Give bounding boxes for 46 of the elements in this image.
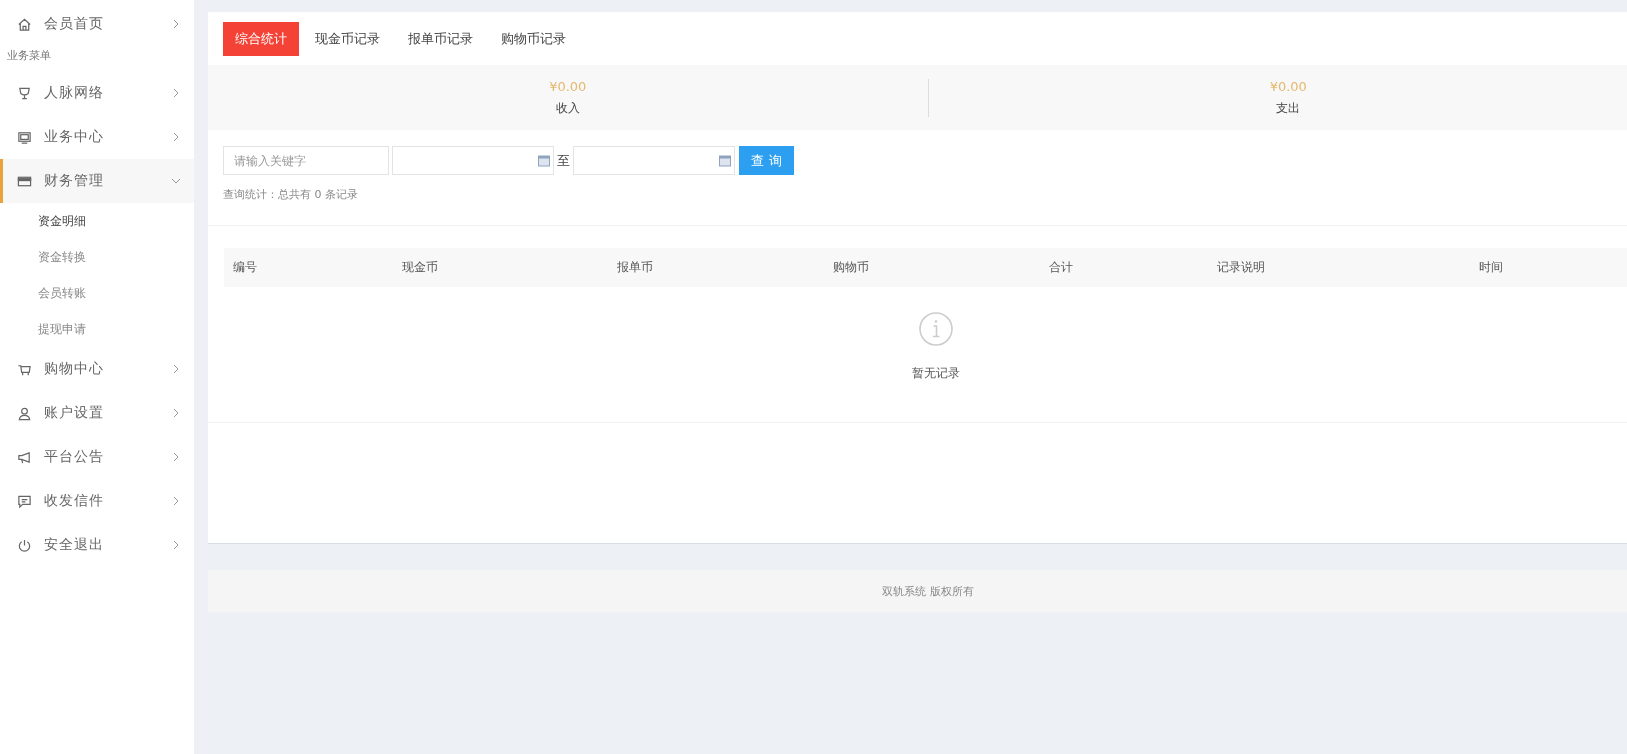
stat-label: 收入 — [555, 99, 580, 117]
sidebar-item[interactable]: 财务管理 — [0, 159, 194, 203]
user-icon — [17, 405, 32, 421]
column-header: 记录说明 — [1216, 259, 1266, 276]
home-icon — [17, 16, 32, 32]
sidebar-item[interactable]: 人脉网络 — [0, 71, 194, 115]
stat-amount: ¥0.00 — [549, 78, 587, 94]
keyword-field[interactable]: 请输入关键字 — [223, 146, 389, 175]
tab[interactable]: 报单币记录 — [396, 22, 485, 56]
sidebar-item[interactable]: 账户设置 — [0, 391, 194, 435]
submenu-item[interactable]: 提现申请 — [0, 311, 194, 347]
submenu-item[interactable]: 会员转账 — [0, 275, 194, 311]
stat-amount: ¥0.00 — [1269, 78, 1307, 94]
sidebar-item[interactable]: 平台公告 — [0, 435, 194, 479]
date-field[interactable] — [573, 146, 735, 175]
tab[interactable]: 购物币记录 — [489, 22, 578, 56]
date-field[interactable] — [392, 146, 554, 175]
submenu-item[interactable]: 资金转换 — [0, 239, 194, 275]
monitor-icon — [17, 129, 32, 145]
tab[interactable]: 现金币记录 — [303, 22, 392, 56]
copyright-text: 双轨系统 版权所有 — [882, 583, 974, 599]
empty-message: 暂无记录 — [912, 365, 960, 382]
column-header: 编号 — [232, 259, 258, 276]
column-header: 报单币 — [616, 259, 654, 276]
calendar-icon — [719, 154, 731, 167]
column-header: 时间 — [1478, 259, 1504, 276]
power-icon — [17, 537, 32, 553]
calendar-icon — [538, 154, 550, 167]
range-separator: 至 — [557, 151, 570, 170]
submenu-item[interactable]: 资金明细 — [0, 203, 194, 239]
sidebar-item[interactable]: 业务中心 — [0, 115, 194, 159]
trophy-icon — [17, 85, 32, 101]
info-icon — [918, 311, 954, 347]
sidebar-item[interactable]: 安全退出 — [0, 523, 194, 567]
menu-section-label: 业务菜单 — [6, 48, 52, 64]
column-header: 合计 — [1048, 259, 1074, 276]
column-header: 现金币 — [401, 259, 439, 276]
stat-label: 支出 — [1276, 99, 1301, 117]
sidebar-item[interactable]: 购物中心 — [0, 347, 194, 391]
summary-text: 查询统计：总共有 0 条记录 — [222, 187, 359, 203]
sidebar-item[interactable]: 收发信件 — [0, 479, 194, 523]
column-header: 购物币 — [832, 259, 870, 276]
tab[interactable]: 综合统计 — [223, 22, 299, 56]
message-icon — [17, 493, 32, 509]
sidebar-item[interactable]: 会员首页 — [0, 2, 194, 46]
megaphone-icon — [17, 449, 32, 465]
